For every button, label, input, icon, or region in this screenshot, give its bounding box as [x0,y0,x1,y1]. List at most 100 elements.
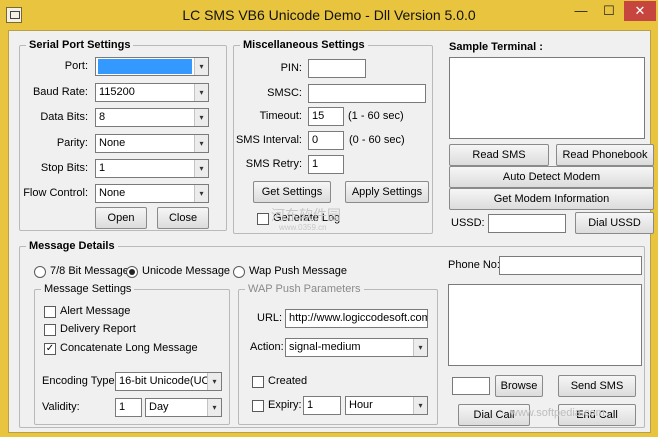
smsc-label: SMSC: [267,87,302,99]
radio-unicode[interactable] [126,266,138,278]
sms-interval-hint: (0 - 60 sec) [349,134,405,146]
concatenate-label: Concatenate Long Message [60,342,198,354]
dial-ussd-button[interactable]: Dial USSD [575,212,654,234]
encoding-type-select[interactable]: 16-bit Unicode(UCS2) ▾ [115,372,222,391]
message-body-input[interactable] [448,284,642,366]
flow-control-select[interactable]: None ▾ [95,184,209,203]
sms-retry-label: SMS Retry: [245,158,302,170]
chevron-down-icon: ▾ [194,185,208,202]
expiry-unit-value: Hour [349,399,373,411]
minimize-icon[interactable]: — [568,1,594,21]
delivery-report-label: Delivery Report [60,323,136,335]
open-button[interactable]: Open [95,207,147,229]
sms-interval-label: SMS Interval: [235,134,302,146]
action-select[interactable]: signal-medium ▾ [285,338,428,357]
baud-rate-label: Baud Rate: [32,86,88,98]
close-icon[interactable]: ✕ [624,1,656,21]
watermark-cn: 河东软件园 [271,207,341,223]
chevron-down-icon: ▾ [413,339,427,356]
expiry-input[interactable]: 1 [303,396,341,415]
flow-control-label: Flow Control: [23,187,88,199]
auto-detect-modem-button[interactable]: Auto Detect Modem [449,166,654,188]
window-title: LC SMS VB6 Unicode Demo - Dll Version 5.… [182,7,476,23]
message-details-group: Message Details 7/8 Bit Message Unicode … [19,240,645,428]
read-phonebook-button[interactable]: Read Phonebook [556,144,654,166]
message-details-title: Message Details [26,240,118,252]
data-bits-label: Data Bits: [40,111,88,123]
radio-78bit[interactable] [34,266,46,278]
expiry-unit-select[interactable]: Hour ▾ [345,396,428,415]
phone-input[interactable] [499,256,642,275]
data-bits-select[interactable]: 8 ▾ [95,108,209,127]
sms-interval-input[interactable]: 0 [308,131,344,150]
smsc-input[interactable] [308,84,426,103]
radio-wap-push[interactable] [233,266,245,278]
parity-select[interactable]: None ▾ [95,134,209,153]
action-value: signal-medium [289,341,361,353]
ussd-input[interactable] [488,214,566,233]
port-select[interactable]: ▾ [95,57,209,76]
chevron-down-icon: ▾ [207,373,221,390]
concatenate-checkbox[interactable]: ✓ [44,343,56,355]
sms-retry-input[interactable]: 1 [308,155,344,174]
title-bar[interactable]: LC SMS VB6 Unicode Demo - Dll Version 5.… [0,0,658,30]
apply-settings-button[interactable]: Apply Settings [345,181,429,203]
chevron-down-icon: ▾ [207,399,221,416]
get-modem-info-button[interactable]: Get Modem Information [449,188,654,210]
app-window: LC SMS VB6 Unicode Demo - Dll Version 5.… [0,0,658,437]
port-label: Port: [64,60,88,72]
expiry-checkbox[interactable] [252,400,264,412]
created-label: Created [268,375,308,387]
serial-port-group: Serial Port Settings Port: ▾ Baud Rate: … [19,39,227,231]
close-button[interactable]: Close [157,207,209,229]
port-value [98,59,192,74]
chevron-down-icon: ▾ [194,109,208,126]
timeout-hint: (1 - 60 sec) [348,110,404,122]
chevron-down-icon: ▾ [194,135,208,152]
timeout-label: Timeout: [259,110,302,122]
pin-input[interactable] [308,59,366,78]
parity-value: None [99,137,126,149]
data-bits-value: 8 [99,111,106,123]
parity-label: Parity: [56,137,88,149]
maximize-icon[interactable]: ☐ [596,1,622,21]
phone-label: Phone No: [448,259,500,271]
validity-unit-value: Day [149,401,169,413]
wap-push-group: WAP Push Parameters URL: http://www.logi… [238,283,438,425]
stop-bits-select[interactable]: 1 ▾ [95,159,209,178]
ussd-label: USSD: [451,217,485,229]
misc-settings-title: Miscellaneous Settings [240,39,368,51]
validity-input[interactable]: 1 [115,398,142,417]
timeout-input[interactable]: 15 [308,107,344,126]
get-settings-button[interactable]: Get Settings [253,181,331,203]
radio-unicode-label: Unicode Message [142,265,231,277]
browse-button[interactable]: Browse [495,375,543,397]
url-label: URL: [257,312,283,324]
validity-unit-select[interactable]: Day ▾ [145,398,222,417]
attachment-input[interactable] [452,377,490,395]
send-sms-button[interactable]: Send SMS [558,375,636,397]
read-sms-button[interactable]: Read SMS [449,144,549,166]
radio-wap-push-label: Wap Push Message [249,265,348,277]
validity-label: Validity: [42,401,80,413]
action-label: Action: [250,341,284,353]
message-settings-group: Message Settings Alert Message Delivery … [34,283,230,425]
watermark-softpedia: www.softpedia.com [510,407,605,419]
terminal-output[interactable] [449,57,645,139]
baud-rate-value: 115200 [99,86,135,98]
radio-78bit-label: 7/8 Bit Message [50,265,129,277]
flow-control-value: None [99,187,126,199]
chevron-down-icon: ▾ [194,84,208,101]
client-area: Serial Port Settings Port: ▾ Baud Rate: … [8,30,654,433]
alert-message-checkbox[interactable] [44,306,56,318]
delivery-report-checkbox[interactable] [44,324,56,336]
encoding-type-label: Encoding Type: [42,375,118,387]
baud-rate-select[interactable]: 115200 ▾ [95,83,209,102]
generate-log-checkbox[interactable] [257,213,269,225]
sample-terminal-title: Sample Terminal : [449,41,543,53]
pin-label: PIN: [280,62,302,74]
stop-bits-label: Stop Bits: [40,162,88,174]
alert-message-label: Alert Message [60,305,131,317]
created-checkbox[interactable] [252,376,264,388]
url-input[interactable]: http://www.logiccodesoft.com [285,309,428,328]
